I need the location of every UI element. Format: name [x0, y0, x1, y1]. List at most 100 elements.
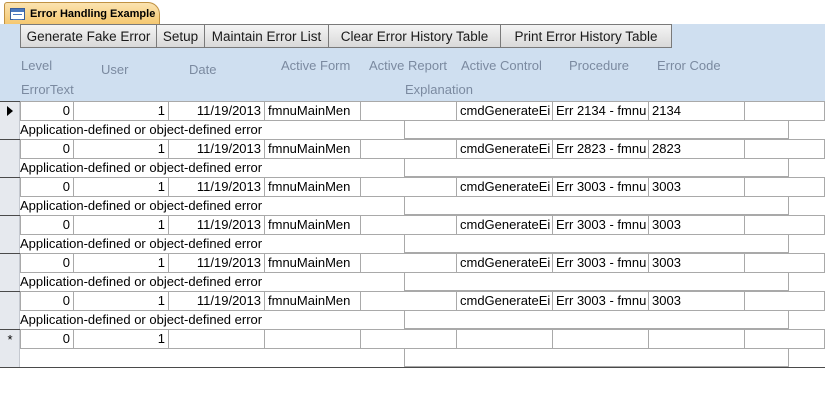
document-tab[interactable]: Error Handling Example	[4, 2, 160, 24]
error-code-field[interactable]: 3003	[648, 291, 745, 311]
active-form-field[interactable]: fmnuMainMen	[264, 101, 361, 121]
error-text-field[interactable]: Application-defined or object-defined er…	[20, 273, 262, 290]
extra-field[interactable]	[744, 329, 825, 349]
active-report-field[interactable]	[360, 253, 457, 273]
date-field[interactable]: 11/19/2013	[168, 291, 265, 311]
record-selector[interactable]	[0, 292, 20, 310]
date-field[interactable]	[168, 329, 265, 349]
record-selector[interactable]	[0, 178, 20, 196]
extra-field[interactable]	[744, 291, 825, 311]
extra-field[interactable]	[744, 253, 825, 273]
explanation-field[interactable]	[404, 348, 789, 367]
level-field[interactable]: 0	[20, 291, 74, 311]
extra-field[interactable]	[744, 101, 825, 121]
active-report-field[interactable]	[360, 139, 457, 159]
procedure-field[interactable]: Err 3003 - fmnu	[552, 177, 649, 197]
record-selector[interactable]	[0, 216, 20, 234]
header-user: User	[101, 62, 129, 77]
command-toolbar: Generate Fake Error Setup Maintain Error…	[20, 24, 672, 48]
level-field[interactable]: 0	[20, 253, 74, 273]
active-control-field[interactable]: cmdGenerateEi	[456, 177, 553, 197]
active-form-field[interactable]	[264, 329, 361, 349]
level-field[interactable]: 0	[20, 329, 74, 349]
error-text-field[interactable]: Application-defined or object-defined er…	[20, 235, 262, 252]
error-text-field[interactable]: Application-defined or object-defined er…	[20, 197, 262, 214]
error-code-field[interactable]: 3003	[648, 177, 745, 197]
explanation-field[interactable]	[404, 310, 789, 329]
active-report-field[interactable]	[360, 291, 457, 311]
error-text-field[interactable]: Application-defined or object-defined er…	[20, 121, 262, 138]
generate-fake-error-button[interactable]: Generate Fake Error	[20, 24, 157, 48]
active-control-field[interactable]: cmdGenerateEi	[456, 253, 553, 273]
record-selector[interactable]	[0, 102, 20, 120]
print-error-history-button[interactable]: Print Error History Table	[500, 24, 672, 48]
active-control-field[interactable]: cmdGenerateEi	[456, 215, 553, 235]
error-text-field[interactable]: Application-defined or object-defined er…	[20, 311, 262, 328]
active-form-field[interactable]: fmnuMainMen	[264, 291, 361, 311]
active-control-field[interactable]: cmdGenerateEi	[456, 291, 553, 311]
header-active-form: Active Form	[281, 58, 351, 73]
date-field[interactable]: 11/19/2013	[168, 101, 265, 121]
user-field[interactable]: 1	[73, 177, 169, 197]
explanation-field[interactable]	[404, 158, 789, 177]
record-row: 0 1 11/19/2013 fmnuMainMen cmdGenerateEi…	[0, 139, 825, 177]
document-tab-strip: Error Handling Example	[0, 0, 825, 24]
active-form-field[interactable]: fmnuMainMen	[264, 215, 361, 235]
explanation-field[interactable]	[404, 272, 789, 291]
user-field[interactable]: 1	[73, 291, 169, 311]
procedure-field[interactable]	[552, 329, 649, 349]
active-control-field[interactable]: cmdGenerateEi	[456, 139, 553, 159]
record-selector[interactable]	[0, 254, 20, 272]
document-tab-title: Error Handling Example	[30, 7, 156, 20]
error-code-field[interactable]	[648, 329, 745, 349]
header-active-report: Active Report	[369, 58, 448, 73]
extra-field[interactable]	[744, 177, 825, 197]
error-code-field[interactable]: 2134	[648, 101, 745, 121]
active-report-field[interactable]	[360, 101, 457, 121]
procedure-field[interactable]: Err 3003 - fmnu	[552, 215, 649, 235]
level-field[interactable]: 0	[20, 139, 74, 159]
level-field[interactable]: 0	[20, 215, 74, 235]
date-field[interactable]: 11/19/2013	[168, 177, 265, 197]
user-field[interactable]: 1	[73, 215, 169, 235]
error-code-field[interactable]: 3003	[648, 215, 745, 235]
maintain-error-list-button[interactable]: Maintain Error List	[204, 24, 329, 48]
user-field[interactable]: 1	[73, 139, 169, 159]
new-record-selector[interactable]: *	[0, 330, 20, 348]
clear-error-history-button[interactable]: Clear Error History Table	[328, 24, 501, 48]
record-row: 0 1 11/19/2013 fmnuMainMen cmdGenerateEi…	[0, 177, 825, 215]
active-control-field[interactable]: cmdGenerateEi	[456, 101, 553, 121]
active-report-field[interactable]	[360, 329, 457, 349]
new-record-row: * 0 1	[0, 329, 825, 367]
explanation-field[interactable]	[404, 120, 789, 139]
error-text-field[interactable]: Application-defined or object-defined er…	[20, 159, 262, 176]
extra-field[interactable]	[744, 139, 825, 159]
active-control-field[interactable]	[456, 329, 553, 349]
procedure-field[interactable]: Err 3003 - fmnu	[552, 291, 649, 311]
explanation-field[interactable]	[404, 196, 789, 215]
setup-button[interactable]: Setup	[156, 24, 205, 48]
record-row: 0 1 11/19/2013 fmnuMainMen cmdGenerateEi…	[0, 291, 825, 329]
header-explanation: Explanation	[405, 82, 473, 97]
date-field[interactable]: 11/19/2013	[168, 139, 265, 159]
extra-field[interactable]	[744, 215, 825, 235]
procedure-field[interactable]: Err 2823 - fmnu	[552, 139, 649, 159]
active-form-field[interactable]: fmnuMainMen	[264, 177, 361, 197]
explanation-field[interactable]	[404, 234, 789, 253]
active-form-field[interactable]: fmnuMainMen	[264, 253, 361, 273]
user-field[interactable]: 1	[73, 101, 169, 121]
error-code-field[interactable]: 3003	[648, 253, 745, 273]
date-field[interactable]: 11/19/2013	[168, 253, 265, 273]
procedure-field[interactable]: Err 2134 - fmnu	[552, 101, 649, 121]
user-field[interactable]: 1	[73, 329, 169, 349]
procedure-field[interactable]: Err 3003 - fmnu	[552, 253, 649, 273]
level-field[interactable]: 0	[20, 101, 74, 121]
error-code-field[interactable]: 2823	[648, 139, 745, 159]
level-field[interactable]: 0	[20, 177, 74, 197]
user-field[interactable]: 1	[73, 253, 169, 273]
active-report-field[interactable]	[360, 215, 457, 235]
active-report-field[interactable]	[360, 177, 457, 197]
active-form-field[interactable]: fmnuMainMen	[264, 139, 361, 159]
date-field[interactable]: 11/19/2013	[168, 215, 265, 235]
record-selector[interactable]	[0, 140, 20, 158]
